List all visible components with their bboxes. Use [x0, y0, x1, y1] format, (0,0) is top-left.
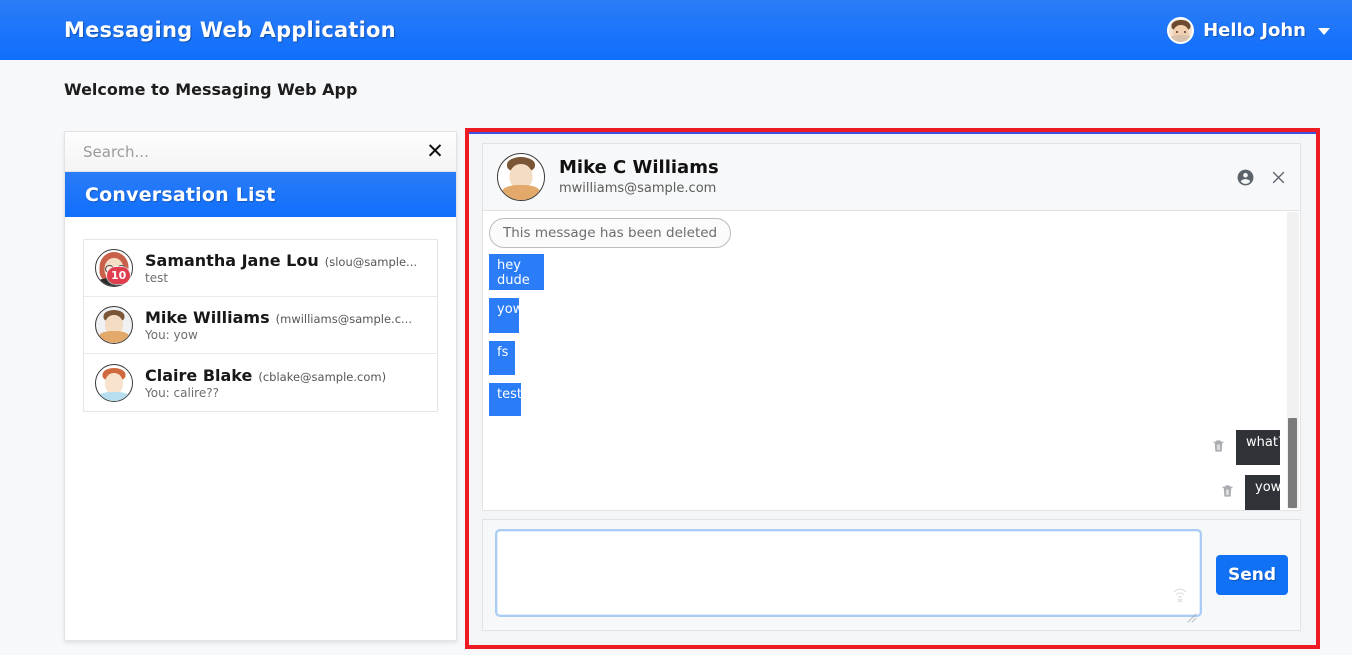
chevron-down-icon: [1318, 28, 1330, 35]
message-preview: You: calire??: [145, 385, 219, 400]
list-item[interactable]: Claire Blake (cblake@sample.com) You: ca…: [84, 354, 437, 411]
message-row: fs: [489, 341, 1280, 375]
conversation-list-title: Conversation List: [65, 172, 456, 217]
compose-bar: Send: [482, 519, 1301, 631]
search-clear-icon[interactable]: ✕: [414, 132, 456, 171]
contact-avatar: [497, 153, 545, 201]
incoming-message-bubble: hey dude: [489, 254, 544, 290]
chat-header-text: Mike C Williams mwilliams@sample.com: [559, 156, 1236, 197]
list-item-text: Mike Williams (mwilliams@sample.c... You…: [145, 308, 426, 342]
unread-badge: 10: [107, 267, 131, 284]
message-row: This message has been deleted: [489, 218, 1280, 248]
compose-input-wrap: [495, 529, 1202, 623]
avatar: [95, 306, 133, 344]
user-avatar-icon: [1167, 16, 1195, 44]
outgoing-message-bubble: what?: [1236, 430, 1285, 465]
app-title: Messaging Web Application: [64, 18, 396, 42]
contact-name: Mike Williams: [145, 308, 270, 327]
contact-name: Claire Blake: [145, 365, 253, 385]
close-x-icon[interactable]: [1271, 170, 1286, 185]
chat-header-actions: [1236, 168, 1286, 187]
message-list: This message has been deleted hey dude y…: [482, 211, 1301, 511]
user-greeting: Hello John: [1203, 19, 1306, 41]
message-row: yow: [489, 298, 1280, 333]
outgoing-message-bubble: yow: [1245, 475, 1281, 510]
message-scrollbar-thumb[interactable]: [1288, 418, 1297, 508]
incoming-message-bubble: yow: [489, 298, 523, 333]
account-circle-icon[interactable]: [1236, 168, 1255, 187]
message-row: hey dude: [489, 254, 1280, 290]
list-item-text: Samantha Jane Lou (slou@sample... test: [145, 251, 426, 285]
top-navbar: Messaging Web Application Hello John: [0, 0, 1352, 60]
search-bar: ✕: [65, 132, 456, 172]
man-avatar-icon: [95, 306, 133, 344]
message-scrollbar[interactable]: [1287, 212, 1299, 509]
list-item-text: Claire Blake (cblake@sample.com) You: ca…: [145, 366, 426, 400]
navbar-user-menu[interactable]: Hello John: [1167, 16, 1330, 44]
message-scrollport: This message has been deleted hey dude y…: [483, 211, 1286, 510]
contact-email: (mwilliams@sample.c...: [275, 312, 412, 326]
list-item[interactable]: 10 Samantha Jane Lou (slou@sample... tes…: [84, 240, 437, 297]
search-input[interactable]: [65, 132, 414, 171]
chat-panel: Mike C Williams mwilliams@sample.com Thi…: [469, 132, 1316, 645]
contact-email: (slou@sample...: [324, 255, 418, 269]
list-item[interactable]: Mike Williams (mwilliams@sample.c... You…: [84, 297, 437, 354]
deleted-message-bubble: This message has been deleted: [489, 218, 732, 248]
message-row: what?: [489, 430, 1285, 465]
conversation-panel: ✕ Conversation List 10: [64, 131, 457, 641]
trash-icon[interactable]: [1220, 483, 1235, 503]
contact-name: Samantha Jane Lou: [145, 251, 319, 270]
avatar: [95, 363, 133, 402]
contact-email: (cblake@sample.com): [258, 369, 387, 384]
incoming-message-bubble: fs: [489, 341, 515, 375]
send-button[interactable]: Send: [1216, 555, 1288, 595]
message-row: yow: [489, 475, 1281, 510]
app-root: Messaging Web Application Hello John Wel…: [0, 0, 1352, 655]
conversation-list-scroll: 10 Samantha Jane Lou (slou@sample... tes…: [65, 217, 456, 412]
chat-contact-email: mwilliams@sample.com: [559, 181, 717, 197]
message-input[interactable]: [495, 529, 1202, 617]
message-preview: test: [145, 271, 169, 285]
message-row: test: [489, 383, 1280, 416]
page-title: Welcome to Messaging Web App: [64, 80, 358, 99]
man-red-hair-avatar-icon: [95, 363, 133, 402]
chat-header: Mike C Williams mwilliams@sample.com: [482, 143, 1301, 211]
incoming-message-bubble: test: [489, 383, 522, 416]
message-preview: You: yow: [145, 328, 198, 342]
avatar: 10: [95, 249, 133, 287]
trash-icon[interactable]: [1211, 438, 1226, 458]
conversation-list: 10 Samantha Jane Lou (slou@sample... tes…: [83, 239, 438, 412]
chat-contact-name: Mike C Williams: [559, 156, 719, 178]
